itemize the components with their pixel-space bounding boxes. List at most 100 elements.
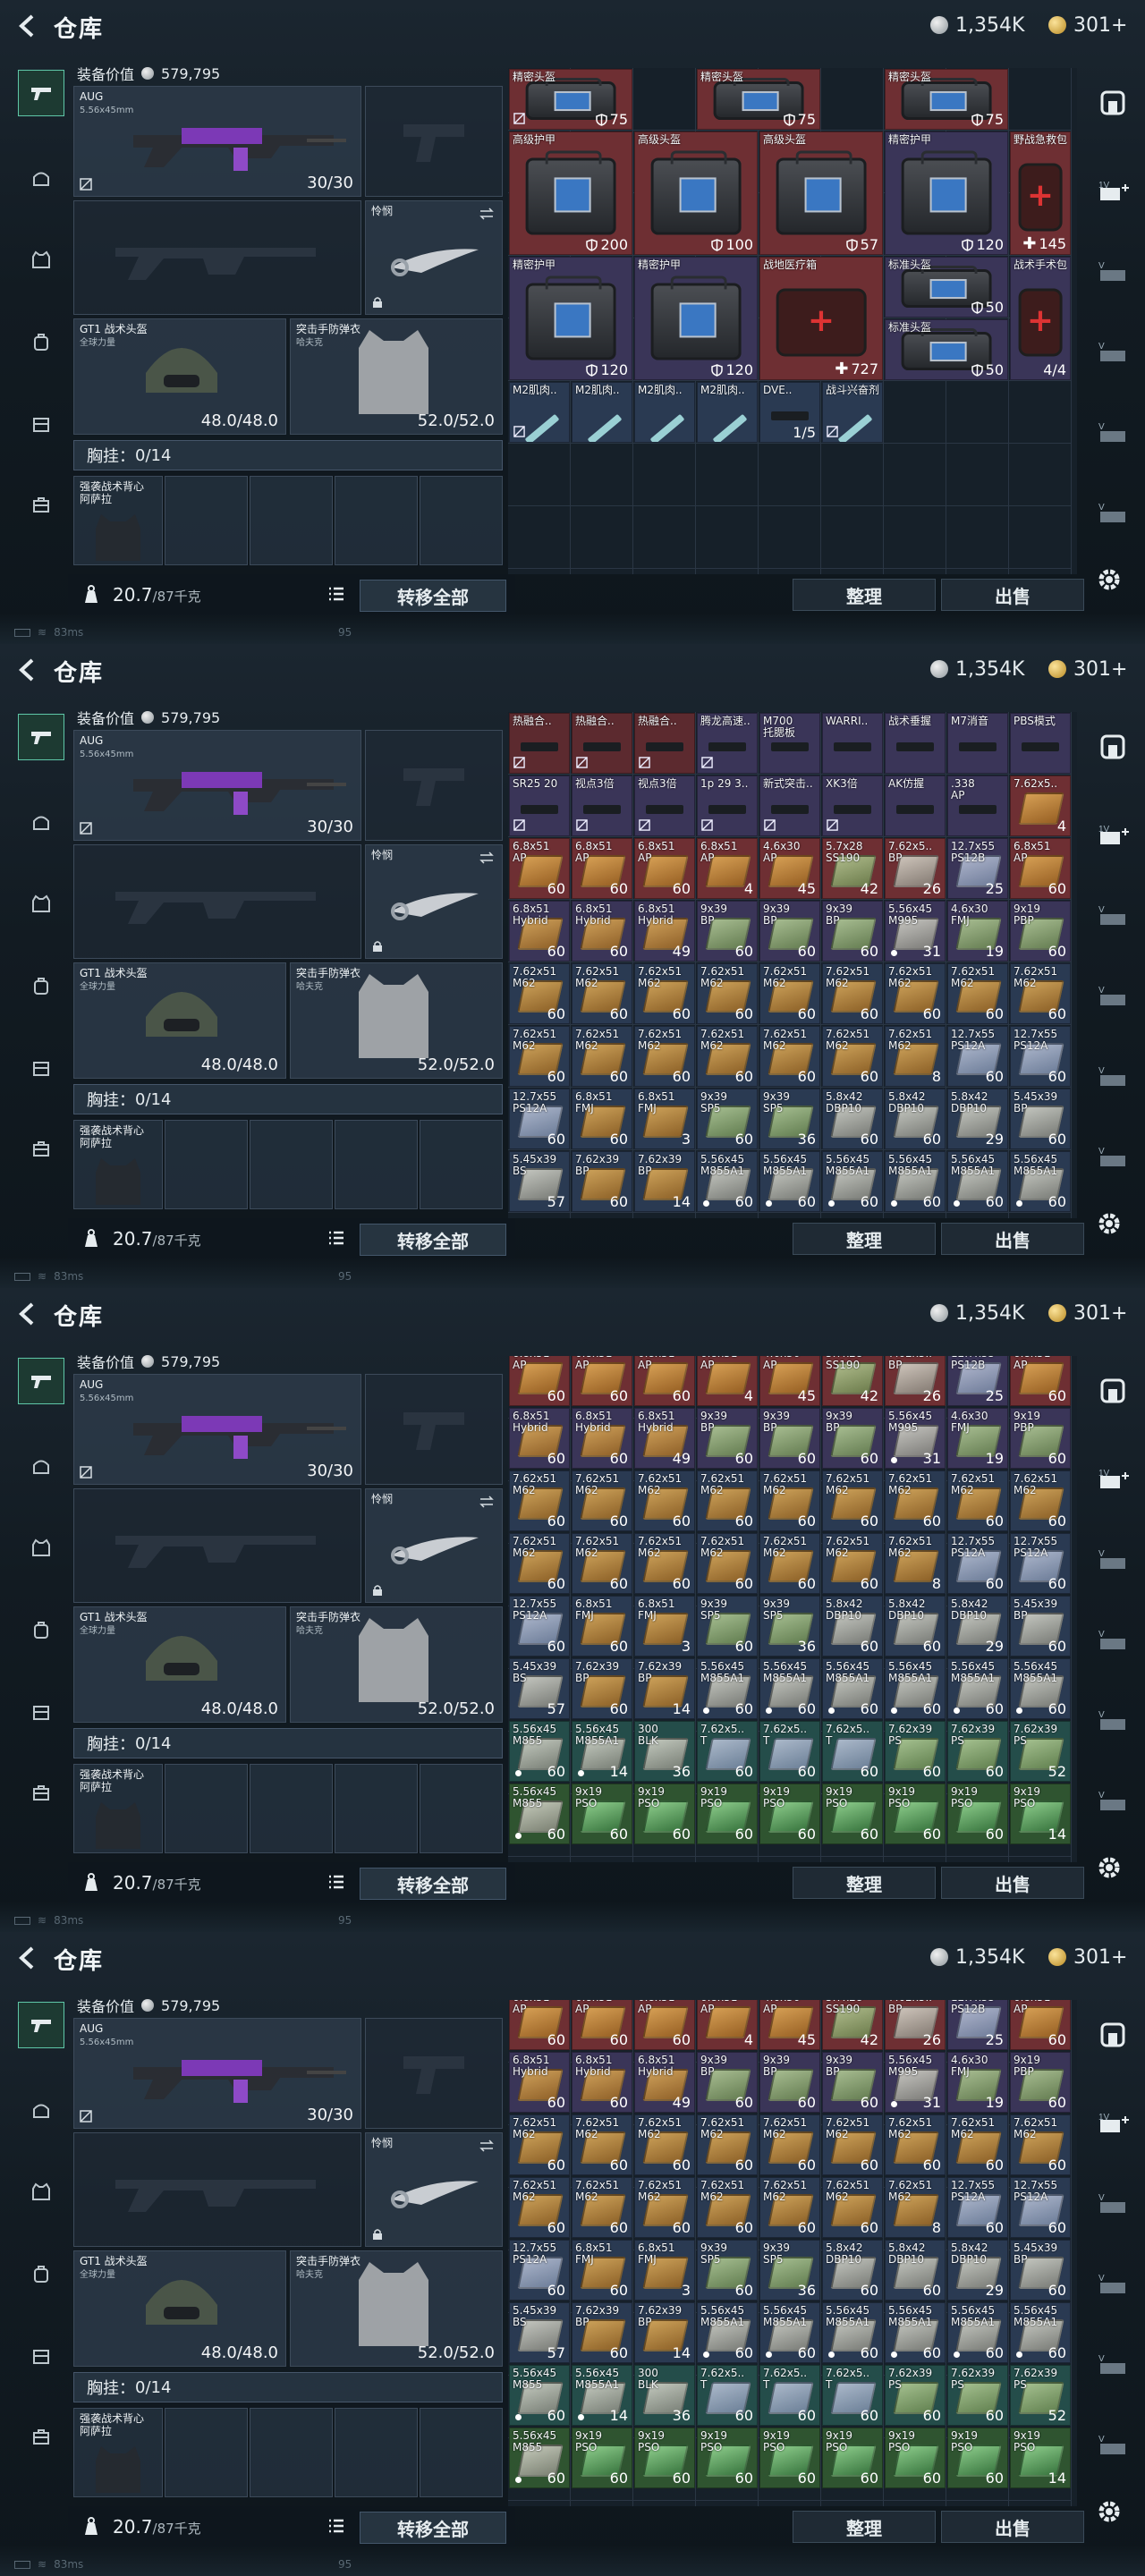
grid-cell[interactable] [946,506,1009,569]
backup-weapon-slot[interactable] [73,844,361,959]
stash-item[interactable]: 12.7x55 PS12B 25 [947,1356,1008,1407]
nav-armor[interactable] [18,2168,64,2215]
transfer-all-button[interactable]: 转移全部 [360,1224,506,1256]
stash-item[interactable]: 7.62x51 M62 60 [509,1533,570,1595]
stash-item[interactable]: 7.62x51 M62 60 [509,1026,570,1087]
primary-weapon-slot[interactable]: AUG 5.56x45mm 30/30 [73,86,361,197]
stash-item[interactable]: 6.8x51 Hybrid 60 [572,901,632,962]
stash-item[interactable]: 7.62x51 M62 60 [697,1026,758,1087]
backup-weapon-slot[interactable] [73,200,361,315]
stash-item[interactable]: 300 BLK 36 [634,1721,695,1783]
stash-item[interactable]: 5.7x28 SS190 42 [822,838,883,899]
swap-icon[interactable] [479,207,495,221]
stash-item[interactable]: M2肌肉.. [572,382,632,443]
stash-item[interactable]: 6.8x51 AP 60 [509,1356,570,1407]
rig-cell[interactable] [165,1120,248,1209]
stash-item[interactable]: 7.62x51 M62 60 [947,2114,1008,2176]
grid-cell[interactable] [633,68,696,131]
stash-item[interactable]: 6.8x51 FMJ 60 [572,1089,632,1149]
stash-item[interactable]: 7.62x51 M62 60 [572,963,632,1024]
gold-currency[interactable]: 301+ [1048,1945,1127,1970]
grid-cell[interactable] [884,1857,946,1862]
stash-item[interactable]: 5.8x42 DBP10 60 [885,1596,946,1657]
stash-item[interactable]: 7.62x51 M62 60 [885,2114,946,2176]
stash-item[interactable]: 7.62x51 M62 60 [759,1470,820,1532]
stash-item[interactable]: 战术垂握 [885,713,946,774]
stash-item[interactable]: 6.8x51 Hybrid 60 [509,901,570,962]
list-icon[interactable] [327,1229,345,1247]
stash-item[interactable]: 7.62x5.. T 60 [759,1721,820,1783]
stash-item[interactable]: 高级护甲 200 [509,131,632,255]
sell-button[interactable]: 出售 [941,2511,1084,2543]
stash-item[interactable]: 7.62x51 M62 60 [759,2177,820,2239]
stash-item[interactable]: 新式突击.. [759,775,820,836]
stash-item[interactable]: 7.62x51 M62 60 [572,1533,632,1595]
grid-cell[interactable] [633,1857,696,1862]
stash-item[interactable]: .338 AP [947,775,1008,836]
stash-item[interactable]: 7.62x39 BP 60 [572,1658,632,1720]
stash-item[interactable]: 7.62x51 M62 60 [634,963,695,1024]
nav-container[interactable] [18,401,64,447]
stash-item[interactable]: 5.56x45 M855A1 60 [885,1658,946,1720]
stash-item[interactable]: 9x19 PSO 60 [697,1784,758,1845]
stash-item[interactable]: 7.62x39 PS 52 [1010,1721,1071,1783]
stash-item[interactable]: 4.6x30 AP 45 [759,838,820,899]
stash-item[interactable]: 7.62x51 M62 60 [697,963,758,1024]
stash-item[interactable]: 5.45x39 BP 60 [1010,1089,1071,1149]
stash-item[interactable]: 野战急救包 ✚145 [1010,131,1071,255]
stash-item[interactable]: 9x19 PSO 60 [572,2428,632,2489]
grid-cell[interactable] [633,1213,696,1218]
grid-cell[interactable] [696,1857,759,1862]
stash-item[interactable]: 4.6x30 AP 45 [759,2000,820,2051]
stash-item[interactable]: 9x19 PSO 14 [1010,1784,1071,1845]
nav-helmet[interactable] [18,2088,64,2134]
stash-item[interactable]: 7.62x5.. BP 26 [885,2000,946,2051]
grid-cell[interactable] [1009,506,1072,569]
grid-cell[interactable] [1009,1213,1072,1218]
primary-weapon-slot[interactable]: AUG 5.56x45mm 30/30 [73,1374,361,1485]
grid-cell[interactable] [571,2501,633,2506]
stash-item[interactable]: 7.62x51 M62 60 [634,1533,695,1595]
stash-item[interactable]: 7.62x51 M62 60 [697,1470,758,1532]
stash-item[interactable]: 5.56x45 M855A1 60 [885,2302,946,2364]
stash-item[interactable]: 6.8x51 AP 60 [634,838,695,899]
gear-icon[interactable] [1093,1852,1125,1884]
grid-cell[interactable] [884,506,946,569]
stash-item[interactable]: 9x39 SP5 36 [759,1596,820,1657]
primary-weapon-slot[interactable]: AUG 5.56x45mm 30/30 [73,730,361,841]
stash-item[interactable]: 300 BLK 36 [634,2365,695,2427]
stash-item[interactable]: 精密头盔 75 [697,69,820,130]
stash-item[interactable]: 精密头盔 75 [885,69,1008,130]
stash-item[interactable]: 战地医疗箱 ✚727 [759,257,883,380]
stash-item[interactable]: 热融合.. [572,713,632,774]
stash-item[interactable]: 精密护甲 120 [885,131,1008,255]
stash-item[interactable]: 5.56x45 M855A1 60 [759,1658,820,1720]
stash-item[interactable]: 6.8x51 FMJ 3 [634,1596,695,1657]
stash-item[interactable]: 7.62x51 M62 60 [634,1026,695,1087]
stash-item[interactable]: 4.6x30 FMJ 19 [947,1408,1008,1470]
stash-item[interactable]: 7.62x51 M62 60 [572,2114,632,2176]
transfer-all-button[interactable]: 转移全部 [360,1868,506,1900]
melee-slot[interactable]: 怜悯 [365,844,503,959]
grid-cell[interactable] [1009,444,1072,506]
stash-tab-home-icon[interactable] [1095,732,1131,762]
nav-helmet[interactable] [18,800,64,846]
stash-item[interactable]: 6.8x51 AP 60 [634,1356,695,1407]
stash-item[interactable]: 12.7x55 PS12A 60 [947,2177,1008,2239]
stash-item[interactable]: 7.62x51 M62 60 [1010,1470,1071,1532]
rig-cell[interactable] [250,476,333,565]
stash-item[interactable]: SR25 20 [509,775,570,836]
stash-tab-icon[interactable]: V [1095,2268,1131,2299]
stash-item[interactable]: 7.62x51 M62 60 [822,1470,883,1532]
stash-item[interactable]: 7.62x51 M62 60 [822,2177,883,2239]
stash-item[interactable]: 12.7x55 PS12B 25 [947,2000,1008,2051]
grid-cell[interactable] [884,444,946,506]
stash-item[interactable]: 6.8x51 AP 4 [697,838,758,899]
nav-weapon[interactable] [18,2002,64,2048]
stash-item[interactable]: 7.62x5.. BP 26 [885,838,946,899]
rig-cell[interactable] [420,476,503,565]
grid-cell[interactable] [946,569,1009,574]
stash-item[interactable]: 5.56x45 M995 31 [885,2052,946,2114]
grid-cell[interactable] [508,444,571,506]
stash-item[interactable]: 9x19 PSO 60 [572,1784,632,1845]
